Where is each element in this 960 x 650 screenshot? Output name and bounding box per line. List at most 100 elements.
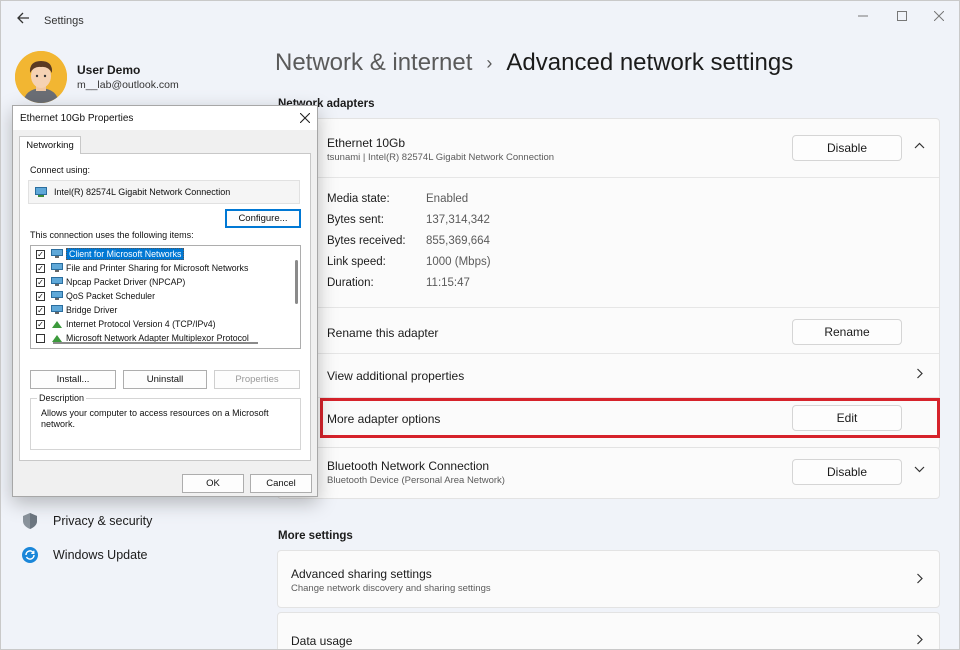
network-service-icon (51, 305, 63, 315)
checkbox[interactable]: ✓ (36, 291, 45, 301)
description-label: Description (37, 393, 87, 403)
network-service-icon (51, 263, 63, 273)
chevron-right-icon (916, 573, 923, 584)
view-properties-label[interactable]: View additional properties (327, 369, 464, 383)
checkbox[interactable]: ✓ (36, 263, 45, 273)
title-bar: Settings (1, 1, 959, 43)
detail-value: Enabled (426, 193, 469, 205)
breadcrumb: Network & internet › Advanced network se… (275, 49, 793, 77)
protocol-icon (51, 319, 63, 329)
highlight-box (320, 398, 940, 438)
page-title: Advanced network settings (506, 49, 794, 76)
tab-networking[interactable]: Networking (19, 136, 81, 154)
divider (278, 177, 939, 178)
close-icon (933, 10, 945, 22)
vertical-scrollbar[interactable] (295, 260, 298, 304)
list-item[interactable]: ✓ Internet Protocol Version 4 (TCP/IPv4) (31, 317, 286, 331)
dialog-close-button[interactable] (299, 109, 311, 127)
horizontal-scrollbar[interactable] (53, 342, 258, 344)
detail-label: Duration: (327, 277, 374, 289)
ok-button[interactable]: OK (182, 474, 244, 493)
network-service-icon (51, 291, 63, 301)
list-item-label: File and Printer Sharing for Microsoft N… (66, 263, 249, 273)
checkbox[interactable] (36, 333, 45, 343)
sidebar-item-label: Privacy & security (53, 514, 153, 528)
ethernet-adapter-name: Ethernet 10Gb (327, 136, 406, 150)
data-usage-title: Data usage (291, 634, 353, 648)
rename-button[interactable]: Rename (792, 319, 902, 345)
sidebar-item-label: Windows Update (53, 548, 148, 562)
arrow-left-icon (17, 12, 29, 24)
adapter-name: Intel(R) 82574L Gigabit Network Connecti… (54, 187, 231, 197)
avatar[interactable] (15, 51, 67, 103)
bluetooth-disable-button[interactable]: Disable (792, 459, 902, 485)
breadcrumb-separator: › (486, 52, 493, 73)
description-text: Allows your computer to access resources… (41, 408, 269, 429)
list-item[interactable]: ✓ Bridge Driver (31, 303, 286, 317)
checkbox[interactable]: ✓ (36, 277, 45, 287)
settings-window: Settings User Demo m__lab@outlook.com Pr… (0, 0, 960, 650)
list-item-label: Npcap Packet Driver (NPCAP) (66, 277, 186, 287)
network-service-icon (51, 277, 63, 287)
data-usage-card[interactable] (277, 612, 940, 649)
checkbox[interactable]: ✓ (36, 249, 45, 259)
close-icon (299, 112, 311, 124)
sidebar-item-windows-update[interactable]: Windows Update (21, 540, 251, 570)
properties-dialog: Ethernet 10Gb Properties Networking Conn… (12, 105, 318, 497)
detail-label: Media state: (327, 193, 390, 205)
list-item-label: Bridge Driver (66, 305, 118, 315)
update-icon (21, 546, 39, 564)
detail-label: Bytes received: (327, 235, 406, 247)
configure-button[interactable]: Configure... (225, 209, 301, 228)
advanced-sharing-title: Advanced sharing settings (291, 567, 432, 581)
view-properties-chevron[interactable] (909, 368, 929, 382)
list-item[interactable]: ✓ Client for Microsoft Networks (31, 247, 286, 261)
list-item-label: Client for Microsoft Networks (66, 248, 185, 260)
list-item[interactable]: ✓ File and Printer Sharing for Microsoft… (31, 261, 286, 275)
detail-value: 855,369,664 (426, 235, 490, 247)
close-button[interactable] (924, 7, 954, 27)
cancel-button[interactable]: Cancel (250, 474, 312, 493)
items-label: This connection uses the following items… (30, 230, 194, 240)
list-item[interactable]: ✓ Npcap Packet Driver (NPCAP) (31, 275, 286, 289)
components-list[interactable]: ✓ Client for Microsoft Networks ✓ File a… (30, 245, 301, 349)
detail-value: 137,314,342 (426, 214, 490, 226)
back-button[interactable] (13, 11, 33, 31)
chevron-right-icon (916, 634, 923, 645)
divider (278, 307, 939, 308)
minimize-button[interactable] (848, 7, 878, 27)
user-name: User Demo (77, 63, 141, 77)
detail-value: 1000 (Mbps) (426, 256, 491, 268)
network-adapter-icon (35, 187, 47, 201)
properties-button[interactable]: Properties (214, 370, 300, 389)
adapter-box: Intel(R) 82574L Gigabit Network Connecti… (28, 180, 300, 204)
checkbox[interactable]: ✓ (36, 319, 45, 329)
install-button[interactable]: Install... (30, 370, 116, 389)
chevron-up-icon (914, 142, 924, 149)
sidebar-item-privacy-security[interactable]: Privacy & security (21, 506, 251, 536)
checkbox[interactable]: ✓ (36, 305, 45, 315)
breadcrumb-parent[interactable]: Network & internet (275, 49, 472, 77)
list-item-label: Internet Protocol Version 4 (TCP/IPv4) (66, 319, 216, 329)
shield-icon (21, 512, 39, 530)
expand-button[interactable] (909, 464, 929, 476)
ethernet-adapter-subtitle: tsunami | Intel(R) 82574L Gigabit Networ… (327, 152, 555, 163)
data-usage-chevron[interactable] (909, 634, 929, 648)
list-item[interactable]: ✓ QoS Packet Scheduler (31, 289, 286, 303)
detail-label: Bytes sent: (327, 214, 384, 226)
app-title: Settings (44, 15, 84, 27)
dialog-title-bar: Ethernet 10Gb Properties (13, 106, 317, 130)
maximize-button[interactable] (887, 7, 917, 27)
detail-value: 11:15:47 (426, 277, 470, 289)
dialog-title: Ethernet 10Gb Properties (20, 113, 134, 124)
collapse-button[interactable] (909, 140, 929, 152)
network-client-icon (51, 249, 63, 259)
minimize-icon (858, 15, 868, 17)
divider (278, 353, 939, 354)
connect-using-label: Connect using: (30, 165, 91, 175)
advanced-sharing-chevron[interactable] (909, 573, 929, 587)
user-avatar-icon (15, 51, 67, 103)
ethernet-disable-button[interactable]: Disable (792, 135, 902, 161)
maximize-icon (897, 11, 907, 21)
uninstall-button[interactable]: Uninstall (123, 370, 207, 389)
